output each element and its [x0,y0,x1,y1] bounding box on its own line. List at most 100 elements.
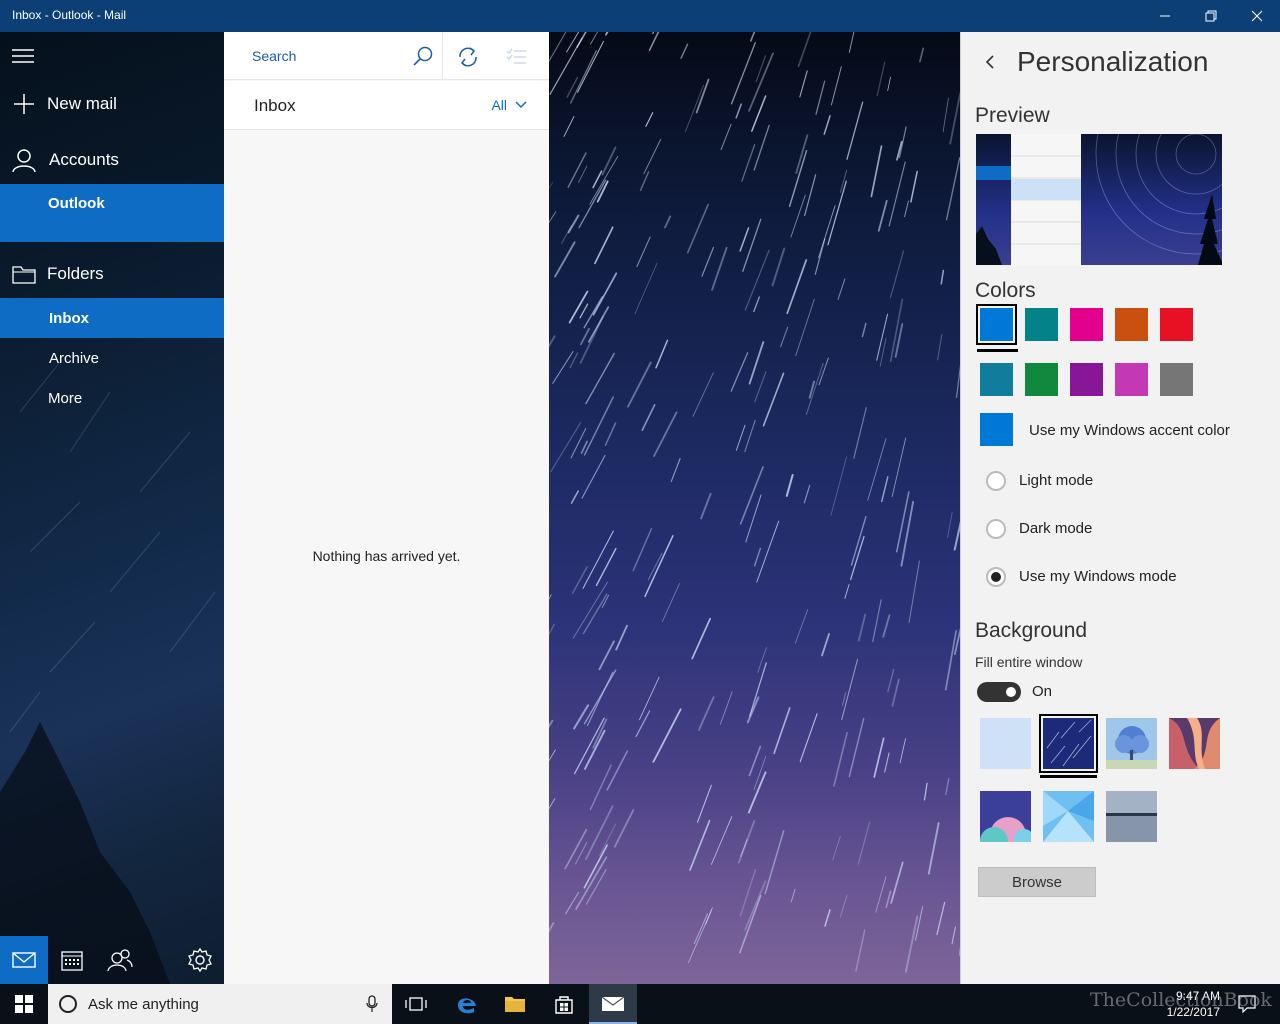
store-button[interactable] [540,984,588,1024]
star-trail [755,55,767,83]
preview-heading: Preview [975,104,1050,127]
star-trail [615,624,628,651]
account-outlook[interactable]: Outlook [0,184,224,242]
background-thumb-lake[interactable] [1106,791,1157,842]
star-trail [837,278,846,300]
star-trail [583,396,614,456]
background-thumb-canyon[interactable] [1169,718,1220,769]
hamburger-menu-button[interactable] [0,44,224,68]
star-trail [832,835,841,861]
accounts-button[interactable]: Accounts [0,144,224,176]
folder-more[interactable]: More [0,378,224,418]
star-trail [949,92,960,145]
star-trail [750,32,756,42]
star-trail [904,915,919,973]
folder-label: More [48,390,83,407]
minimize-button[interactable] [1142,0,1188,32]
folder-icon [505,997,525,1012]
search-icon[interactable] [412,46,434,68]
color-swatch[interactable] [1115,363,1148,396]
star-trail [872,599,882,643]
color-swatch[interactable] [1115,308,1148,341]
browse-button[interactable]: Browse [978,867,1096,897]
background-thumb-bubbles[interactable] [980,791,1031,842]
star-trail [570,427,587,459]
background-thumb-tree[interactable] [1106,718,1157,769]
microphone-icon[interactable] [366,995,378,1013]
star-trail [762,372,785,427]
background-thumb-geometric[interactable] [1043,791,1094,842]
settings-button[interactable] [176,936,224,984]
edge-browser-button[interactable] [443,984,491,1024]
folders-button[interactable]: Folders [0,258,224,290]
selection-mode-icon[interactable] [506,48,528,66]
color-swatch[interactable] [1025,308,1058,341]
fill-window-toggle[interactable] [977,682,1021,702]
color-swatch[interactable] [1025,363,1058,396]
color-swatch[interactable] [1160,308,1193,341]
window-title: Inbox - Outlook - Mail [12,8,127,22]
mail-app-button[interactable] [0,936,48,984]
star-trail [664,215,672,229]
star-trail [857,821,871,865]
color-swatch[interactable] [976,304,1017,345]
star-trail [638,676,660,721]
background-thumb-star-trails[interactable] [1039,714,1098,773]
star-trail [748,52,774,112]
star-trail [803,484,811,504]
task-view-button[interactable] [392,984,440,1024]
close-button[interactable] [1234,0,1280,32]
filter-label: All [491,97,507,113]
calendar-app-button[interactable] [48,936,96,984]
selected-color-indicator [977,349,1018,352]
chevron-down-icon [515,101,527,109]
star-trail [586,671,614,727]
filter-dropdown[interactable]: All [491,97,527,113]
start-button[interactable] [0,984,48,1024]
star-trail [785,473,794,497]
accent-color-label: Use my Windows accent color [1029,422,1230,439]
cortana-search-box[interactable]: Ask me anything [48,984,392,1024]
people-app-button[interactable] [96,936,144,984]
star-trail [797,32,812,68]
mail-taskbar-button[interactable] [589,984,637,1024]
color-swatch[interactable] [1160,363,1193,396]
colors-heading: Colors [975,279,1036,302]
color-swatch[interactable] [1070,308,1103,341]
star-trail [635,710,651,738]
back-arrow-icon[interactable] [983,54,997,70]
light-mode-radio[interactable] [986,471,1006,491]
folder-archive[interactable]: Archive [0,338,224,378]
restore-icon [1205,10,1217,22]
color-swatch[interactable] [1070,363,1103,396]
color-swatch[interactable] [980,363,1013,396]
star-trail [689,819,711,871]
search-input[interactable]: Search [252,48,296,64]
windows-mode-radio[interactable] [986,567,1006,587]
background-thumb-light[interactable] [980,718,1031,769]
star-trail [780,326,789,348]
star-trail [563,116,575,137]
star-trail [579,327,590,346]
star-trail [889,250,905,299]
folder-inbox[interactable]: Inbox [0,298,224,338]
star-trail [839,894,848,918]
star-trail [730,42,756,105]
restore-button[interactable] [1188,0,1234,32]
star-trail [577,40,604,93]
calendar-icon [61,951,83,971]
star-trail [900,500,915,567]
sync-icon[interactable] [457,46,479,68]
accent-color-swatch[interactable] [980,413,1013,446]
star-trail [735,424,746,451]
star-trails-image [549,32,960,973]
new-mail-button[interactable]: New mail [0,88,224,120]
star-trail [947,512,953,539]
dark-mode-label: Dark mode [1019,520,1093,537]
star-trail [887,668,895,693]
title-bar: Inbox - Outlook - Mail [0,0,1280,32]
star-trail [790,194,806,238]
dark-mode-radio[interactable] [986,519,1006,539]
star-trail [554,241,576,278]
file-explorer-button[interactable] [491,984,539,1024]
